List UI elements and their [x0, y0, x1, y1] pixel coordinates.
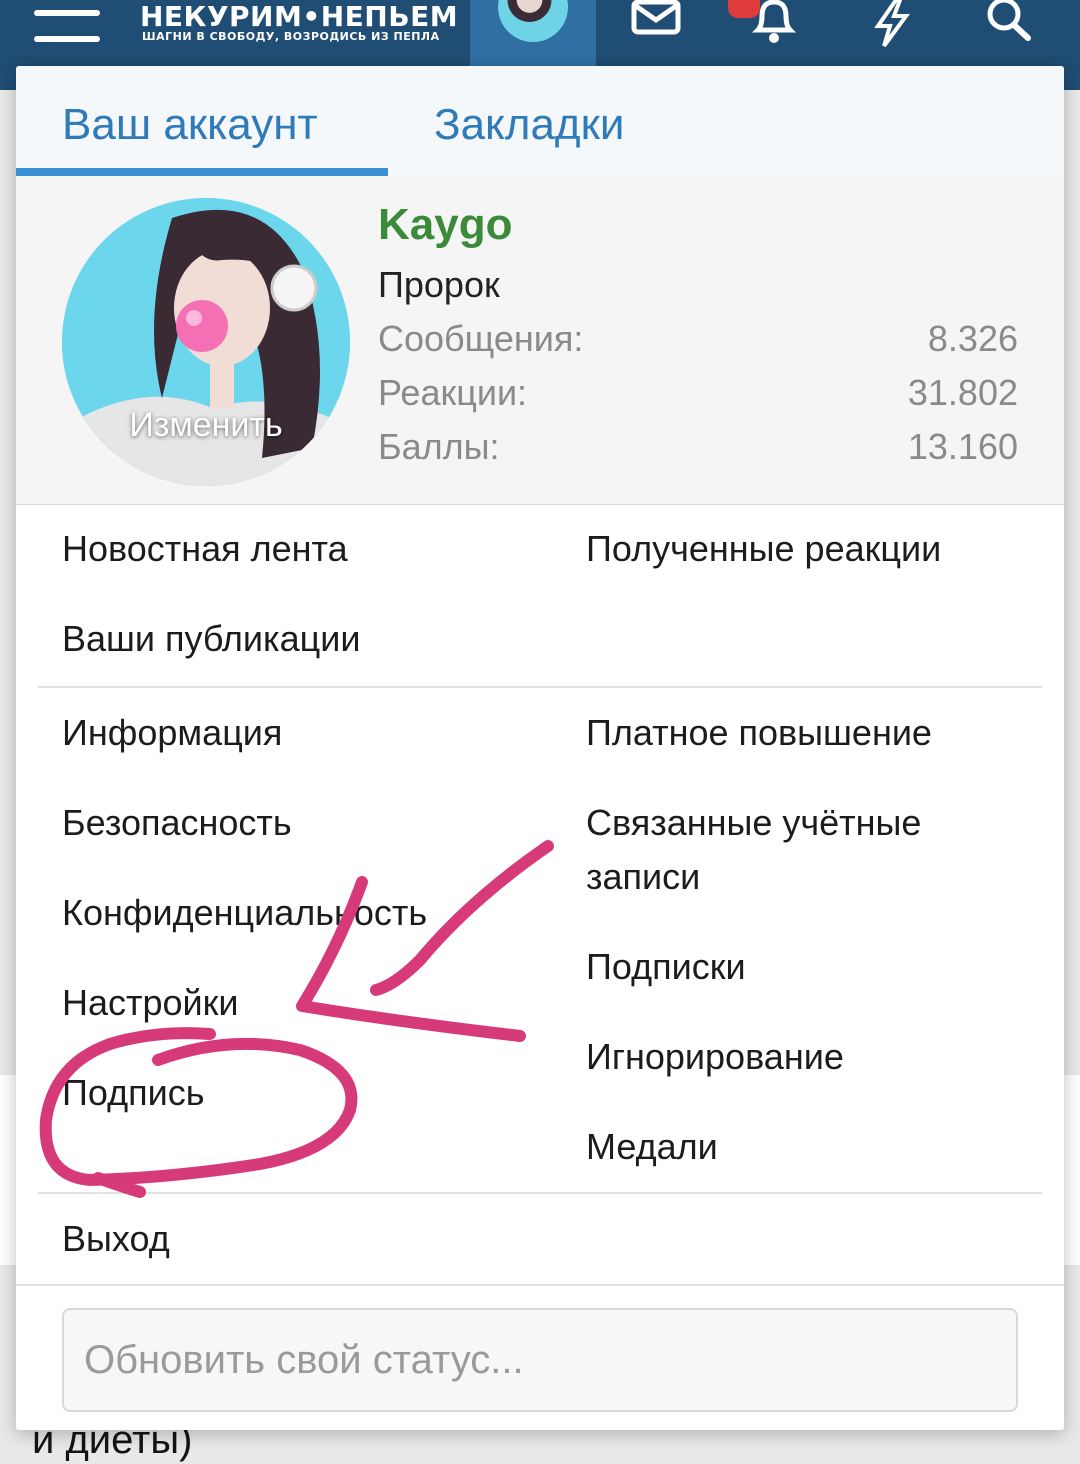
notification-badge — [728, 0, 760, 18]
stat-value-points: 13.160 — [907, 426, 1018, 467]
lightning-icon[interactable] — [862, 0, 922, 48]
stat-label-points: Баллы: — [378, 426, 500, 467]
tab-bookmarks[interactable]: Закладки — [434, 100, 624, 150]
link-your-posts[interactable]: Ваши публикации — [62, 618, 360, 660]
avatar — [498, 0, 568, 42]
logo-title: НЕКУРИМ•НЕПЬЕМ — [140, 0, 459, 33]
link-logout[interactable]: Выход — [62, 1218, 170, 1260]
stat-value-reactions: 31.802 — [907, 372, 1018, 413]
active-tab-indicator — [16, 168, 388, 176]
link-news-feed[interactable]: Новостная лента — [62, 528, 348, 570]
stat-label-messages: Сообщения: — [378, 318, 584, 359]
link-following[interactable]: Подписки — [586, 946, 746, 988]
link-security[interactable]: Безопасность — [62, 802, 292, 844]
link-received-reactions[interactable]: Полученные реакции — [586, 528, 941, 570]
logo-tagline: ШАГНИ В СВОБОДУ, ВОЗРОДИСЬ ИЗ ПЕПЛА — [142, 30, 440, 43]
link-medals[interactable]: Медали — [586, 1126, 718, 1168]
link-privacy[interactable]: Конфиденциальность — [62, 892, 427, 934]
link-information[interactable]: Информация — [62, 712, 282, 754]
link-paid-upgrades[interactable]: Платное повышение — [586, 712, 932, 754]
tab-your-account[interactable]: Ваш аккаунт — [62, 100, 318, 150]
user-title: Пророк — [378, 264, 500, 305]
link-connected-accounts[interactable]: Связанные учётные — [586, 802, 921, 844]
menu-divider — [38, 1192, 1042, 1194]
profile-avatar[interactable]: Изменить — [62, 198, 350, 486]
link-ignoring[interactable]: Игнорирование — [586, 1036, 844, 1078]
menu-icon[interactable] — [34, 6, 102, 46]
stat-value-messages: 8.326 — [927, 318, 1018, 359]
status-input[interactable] — [62, 1308, 1018, 1412]
username[interactable]: Kaygo — [378, 200, 512, 250]
account-popup: Ваш аккаунт Закладки Изменить Kaygo Прор… — [16, 66, 1064, 1430]
menu-divider — [16, 1284, 1064, 1286]
menu-divider — [38, 686, 1042, 688]
account-menu-button[interactable] — [470, 0, 596, 66]
stat-label-reactions: Реакции: — [378, 372, 528, 413]
site-logo[interactable]: НЕКУРИМ•НЕПЬЕМ ШАГНИ В СВОБОДУ, ВОЗРОДИС… — [140, 0, 460, 46]
change-avatar-label: Изменить — [129, 406, 283, 444]
popup-tabs: Ваш аккаунт Закладки — [16, 66, 1064, 179]
mail-icon[interactable] — [626, 0, 686, 48]
link-signature[interactable]: Подпись — [62, 1072, 204, 1114]
search-icon[interactable] — [978, 0, 1038, 48]
profile-summary: Изменить Kaygo Пророк Сообщения: 8.326 Р… — [16, 178, 1064, 505]
link-preferences[interactable]: Настройки — [62, 982, 239, 1024]
link-connected-accounts-line2[interactable]: записи — [586, 856, 700, 898]
